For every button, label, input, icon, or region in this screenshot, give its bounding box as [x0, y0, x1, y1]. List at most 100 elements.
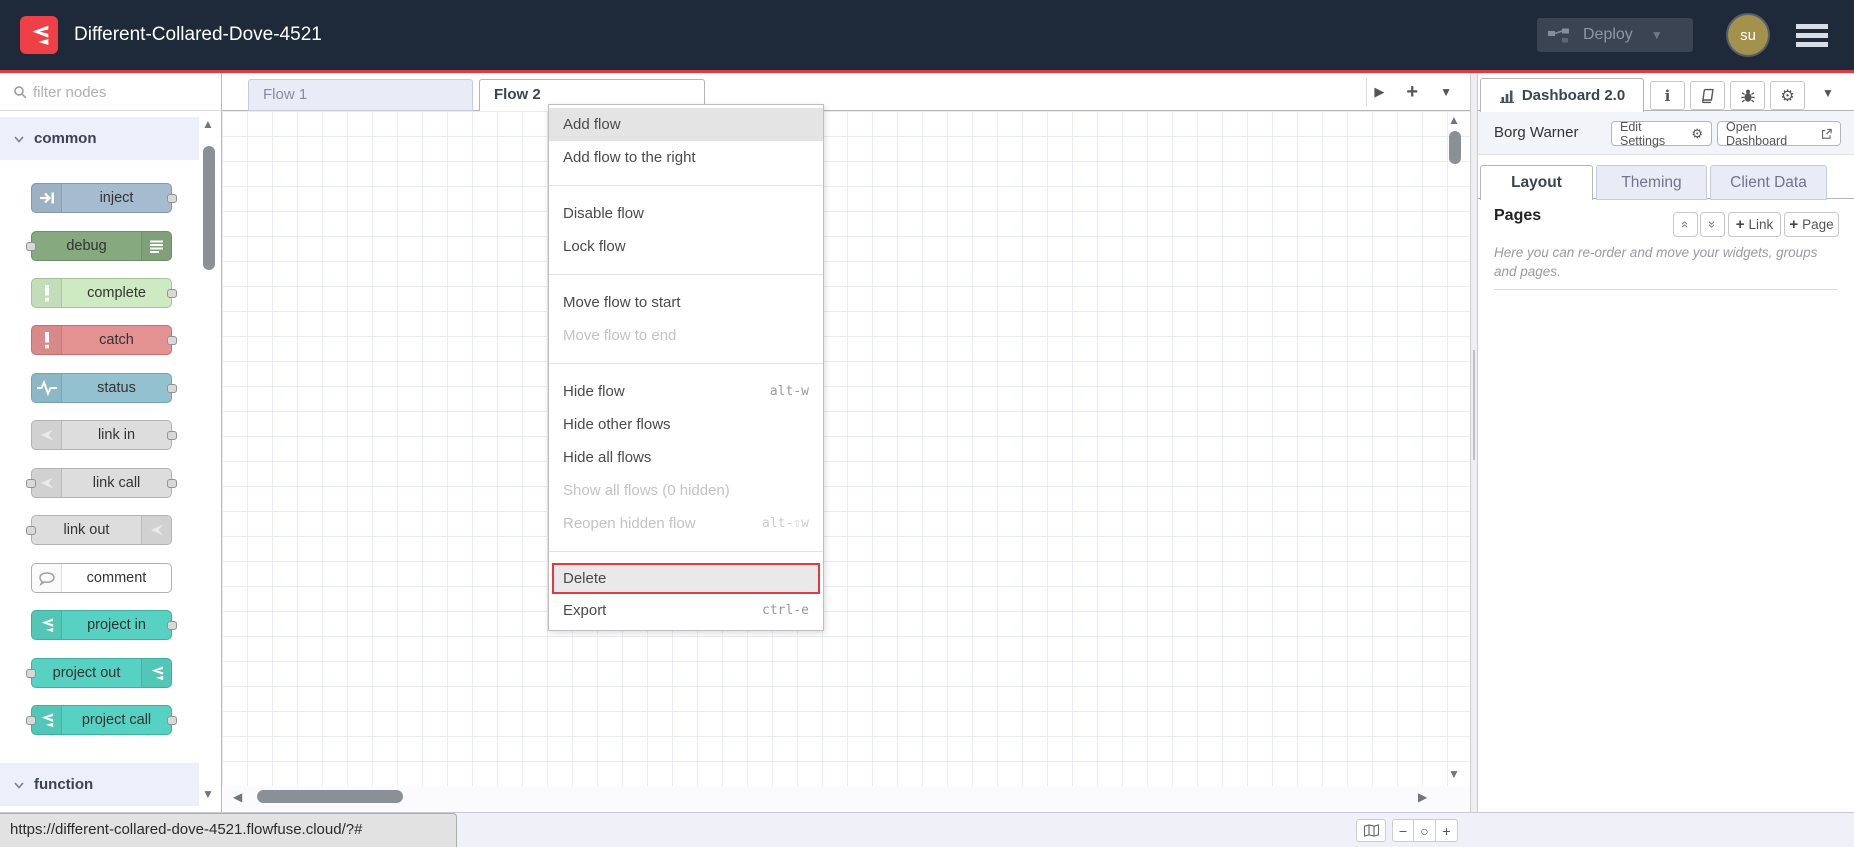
- tab-dashboard-2[interactable]: Dashboard 2.0: [1480, 78, 1644, 112]
- palette-node-status[interactable]: status: [31, 373, 177, 403]
- node-port-right[interactable]: [167, 384, 177, 393]
- menu-item-hide-all-flows[interactable]: Hide all flows: [549, 441, 823, 474]
- menu-item-label: Add flow: [563, 116, 621, 133]
- menu-item-lock-flow[interactable]: Lock flow: [549, 230, 823, 263]
- flow-canvas[interactable]: [222, 111, 1470, 786]
- edit-settings-button[interactable]: Edit Settings ⚙: [1611, 119, 1712, 148]
- edit-settings-label: Edit Settings: [1620, 119, 1666, 148]
- node-port-left[interactable]: [26, 716, 36, 725]
- deploy-button[interactable]: Deploy ▼: [1537, 18, 1693, 52]
- node-port-right[interactable]: [167, 716, 177, 725]
- node-port-right[interactable]: [167, 289, 177, 298]
- chevron-down-icon: [14, 130, 24, 148]
- user-avatar[interactable]: su: [1728, 15, 1768, 55]
- canvas-scroll-left-icon[interactable]: ◀: [233, 791, 242, 803]
- palette-node-debug[interactable]: debug: [26, 231, 172, 261]
- book-icon[interactable]: [1690, 81, 1725, 110]
- canvas-scroll-down-icon[interactable]: ▼: [1448, 768, 1460, 780]
- flowfuse-icon: [141, 659, 171, 687]
- info-icon[interactable]: i: [1650, 81, 1685, 110]
- palette-node-link-in[interactable]: link in: [31, 420, 177, 450]
- node-port-left[interactable]: [26, 526, 36, 535]
- menu-item-disable-flow[interactable]: Disable flow: [549, 197, 823, 230]
- menu-item-hide-flow[interactable]: Hide flow alt-w: [549, 375, 823, 408]
- add-page-button[interactable]: + Page: [1784, 212, 1839, 237]
- gear-icon: ⚙: [1691, 125, 1703, 141]
- sidebar-caret-icon[interactable]: ▼: [1822, 86, 1834, 100]
- palette-node-project-call[interactable]: project call: [26, 705, 177, 735]
- open-dashboard-button[interactable]: Open Dashboard: [1717, 120, 1841, 148]
- tab-list-caret-icon[interactable]: ▼: [1440, 85, 1452, 99]
- palette-node-project-in[interactable]: project in: [31, 610, 177, 640]
- divider: [1494, 289, 1838, 290]
- zoom-in-button[interactable]: +: [1436, 819, 1458, 842]
- plus-icon: +: [1735, 216, 1745, 233]
- zoom-reset-button[interactable]: ○: [1414, 819, 1436, 842]
- menu-item-delete[interactable]: Delete: [552, 563, 820, 594]
- menu-item-label: Lock flow: [563, 238, 626, 255]
- menu-item-label: Reopen hidden flow: [563, 515, 696, 532]
- bug-icon[interactable]: [1730, 81, 1765, 110]
- tab-flow-1[interactable]: Flow 1: [248, 79, 473, 111]
- palette-node-complete[interactable]: complete: [31, 278, 177, 308]
- sidebar-splitter[interactable]: [1470, 73, 1478, 847]
- plus-icon: +: [1789, 216, 1799, 233]
- canvas-hscrollbar-thumb[interactable]: [257, 790, 403, 803]
- menu-item-label: Hide other flows: [563, 416, 671, 433]
- palette-node-comment[interactable]: comment: [31, 563, 172, 593]
- menu-item-shortcut: ctrl-e: [762, 603, 809, 618]
- menu-item-shortcut: alt-⇧w: [762, 516, 809, 531]
- palette-scroll-down-icon[interactable]: ▼: [202, 788, 214, 800]
- canvas-vscrollbar-thumb[interactable]: [1449, 131, 1461, 164]
- palette-node-label: complete: [87, 285, 146, 301]
- menu-item-hide-other-flows[interactable]: Hide other flows: [549, 408, 823, 441]
- deploy-caret-icon[interactable]: ▼: [1651, 28, 1663, 42]
- menu-separator: [549, 551, 823, 552]
- external-link-icon: [1821, 128, 1832, 139]
- palette-node-project-out[interactable]: project out: [26, 658, 172, 688]
- canvas-scroll-right-icon[interactable]: ▶: [1418, 791, 1427, 803]
- palette-scrollbar-thumb[interactable]: [203, 146, 215, 270]
- menu-item-show-all-flows-0-hidden: Show all flows (0 hidden): [549, 474, 823, 507]
- menu-item-add-flow[interactable]: Add flow: [549, 108, 823, 141]
- node-port-right[interactable]: [167, 336, 177, 345]
- gear-icon[interactable]: ⚙: [1770, 81, 1805, 110]
- exclamation-icon: [32, 326, 62, 354]
- palette-node-inject[interactable]: inject: [31, 183, 177, 213]
- node-port-left[interactable]: [26, 479, 36, 488]
- node-port-right[interactable]: [167, 479, 177, 488]
- canvas-scroll-up-icon[interactable]: ▲: [1448, 114, 1460, 126]
- add-link-button[interactable]: + Link: [1728, 212, 1781, 237]
- tab-layout-label: Layout: [1511, 174, 1562, 191]
- deploy-icon: [1548, 28, 1569, 42]
- move-down-button[interactable]: »: [1700, 212, 1725, 237]
- zoom-out-button[interactable]: −: [1392, 819, 1414, 842]
- menu-item-add-flow-to-the-right[interactable]: Add flow to the right: [549, 141, 823, 174]
- add-flow-icon[interactable]: +: [1406, 81, 1418, 104]
- navigator-map-button[interactable]: [1356, 819, 1386, 842]
- palette-section-function[interactable]: function: [0, 763, 199, 806]
- menu-item-export[interactable]: Export ctrl-e: [549, 594, 823, 627]
- node-port-right[interactable]: [167, 621, 177, 630]
- node-port-left[interactable]: [26, 669, 36, 678]
- main-menu-icon[interactable]: [1796, 24, 1828, 47]
- tab-client-data[interactable]: Client Data: [1710, 165, 1827, 200]
- next-tab-icon[interactable]: ▶: [1374, 84, 1384, 100]
- palette-section-common[interactable]: common: [0, 117, 199, 160]
- palette-node-link-out[interactable]: link out: [26, 515, 172, 545]
- palette-node-catch[interactable]: catch: [31, 325, 177, 355]
- menu-item-move-flow-to-start[interactable]: Move flow to start: [549, 286, 823, 319]
- node-port-right[interactable]: [167, 194, 177, 203]
- tab-theming[interactable]: Theming: [1596, 165, 1707, 200]
- menu-item-label: Add flow to the right: [563, 149, 696, 166]
- splitter-grip: [1473, 350, 1475, 460]
- filter-nodes-input[interactable]: [33, 78, 183, 106]
- tab-layout[interactable]: Layout: [1480, 165, 1593, 200]
- palette-scroll-up-icon[interactable]: ▲: [202, 118, 214, 130]
- map-icon: [1363, 824, 1379, 837]
- node-port-right[interactable]: [167, 431, 177, 440]
- browser-status-url: https://different-collared-dove-4521.flo…: [0, 813, 457, 847]
- palette-node-link-call[interactable]: link call: [26, 468, 177, 498]
- move-up-button[interactable]: «: [1673, 212, 1698, 237]
- node-port-left[interactable]: [26, 242, 36, 251]
